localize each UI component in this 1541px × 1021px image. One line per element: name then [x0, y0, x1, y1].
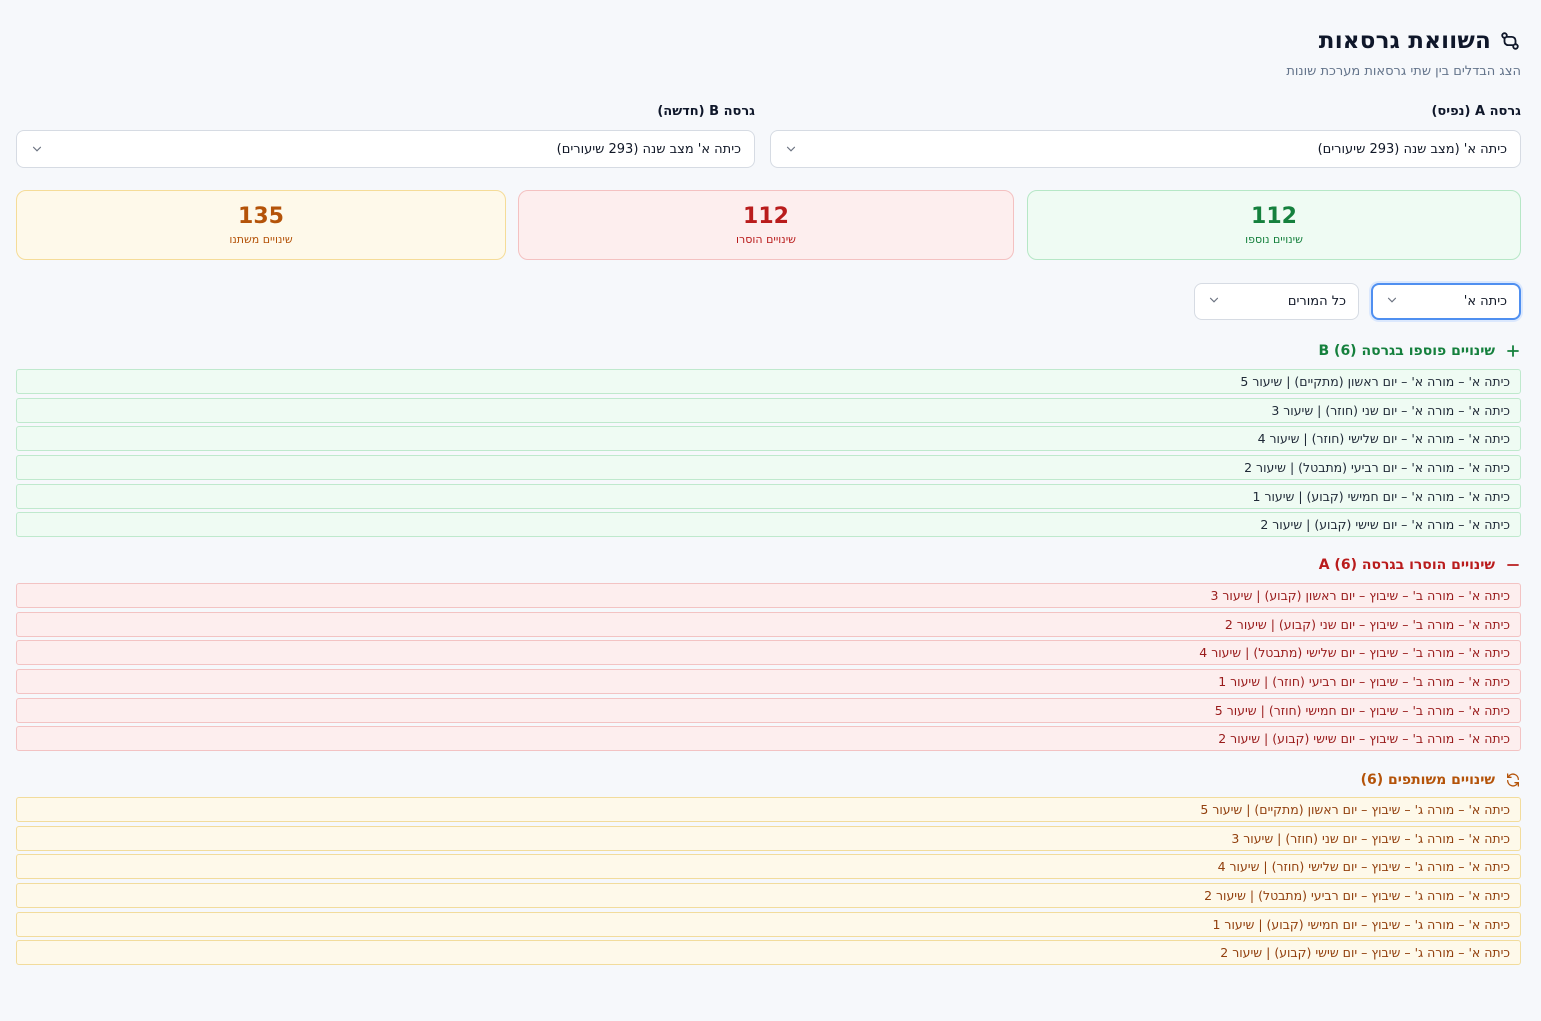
list-item: כיתה א' – מורה א' – יום רביעי (מתבטל) | … [16, 455, 1521, 481]
stat-removed-value: 112 [743, 204, 789, 229]
section-added-title: שינויים פוספו בגרסה B (6) [1318, 343, 1496, 359]
version-a-selected-value: כיתה א' (מצב שנה (293 שיעורים) [1317, 141, 1507, 157]
version-a-label: גרסה A (נפיס) [1431, 104, 1521, 119]
git-compare-icon [1499, 30, 1521, 52]
version-b-selected-value: כיתה א' מצב שנה (293 שיעורים) [556, 141, 741, 157]
page-subtitle: הצג הבדלים בין שתי גרסאות מערכת שונות [1286, 64, 1521, 79]
teacher-filter-value: כל המורים [1287, 294, 1346, 309]
list-item: כיתה א' – מורה ב' – שיבוץ – יום שלישי (מ… [16, 640, 1521, 666]
stat-card-removed: 112 שינויים הוסרו [518, 190, 1014, 260]
list-item: כיתה א' – מורה ג' – שיבוץ – יום שלישי (ח… [16, 854, 1521, 880]
list-item: כיתה א' – מורה ג' – שיבוץ – יום ראשון (מ… [16, 797, 1521, 822]
stat-added-label: שינויים נוספו [1245, 233, 1303, 246]
version-a-select[interactable]: כיתה א' (מצב שנה (293 שיעורים) [770, 130, 1521, 168]
stat-removed-label: שינויים הוסרו [736, 233, 796, 246]
version-labels: גרסה A (נפיס) גרסה B (חדשה) [16, 104, 1521, 122]
section-changed-title: שינויים משותפים (6) [1360, 772, 1495, 788]
minus-icon [1505, 557, 1521, 573]
plus-icon [1505, 343, 1521, 359]
stat-card-added: 112 שינויים נוספו [1027, 190, 1521, 260]
list-item: כיתה א' – מורה א' – יום ראשון (מתקיים) |… [16, 369, 1521, 394]
added-changes-list: כיתה א' – מורה א' – יום ראשון (מתקיים) |… [16, 369, 1521, 541]
changed-changes-list: כיתה א' – מורה ג' – שיבוץ – יום ראשון (מ… [16, 797, 1521, 969]
stat-changed-label: שינויים משתנו [229, 233, 293, 246]
refresh-icon [1505, 772, 1521, 788]
list-item: כיתה א' – מורה ב' – שיבוץ – יום שני (קבו… [16, 611, 1521, 637]
list-item: כיתה א' – מורה ב' – שיבוץ – יום שישי (קב… [16, 726, 1521, 752]
chevron-down-icon [30, 142, 44, 156]
list-item: כיתה א' – מורה א' – יום שני (חוזר) | שיע… [16, 397, 1521, 423]
stat-added-value: 112 [1251, 204, 1297, 229]
class-filter-select[interactable]: כיתה א' [1371, 283, 1521, 320]
class-filter-value: כיתה א' [1463, 294, 1507, 309]
teacher-filter-select[interactable]: כל המורים [1194, 283, 1359, 320]
list-item: כיתה א' – מורה ג' – שיבוץ – יום חמישי (ק… [16, 911, 1521, 937]
list-item: כיתה א' – מורה א' – יום שלישי (חוזר) | ש… [16, 426, 1521, 452]
list-item: כיתה א' – מורה ג' – שיבוץ – יום שישי (קב… [16, 940, 1521, 966]
version-b-select[interactable]: כיתה א' מצב שנה (293 שיעורים) [16, 130, 755, 168]
chevron-down-icon [784, 142, 798, 156]
list-item: כיתה א' – מורה ג' – שיבוץ – יום רביעי (מ… [16, 883, 1521, 909]
chevron-down-icon [1207, 293, 1221, 311]
page-title: השוואת גרסאות [1318, 28, 1491, 54]
list-item: כיתה א' – מורה ב' – שיבוץ – יום רביעי (ח… [16, 669, 1521, 695]
section-added-header: שינויים פוספו בגרסה B (6) [1319, 341, 1522, 361]
list-item: כיתה א' – מורה א' – יום חמישי (קבוע) | ש… [16, 483, 1521, 509]
list-item: כיתה א' – מורה ב' – שיבוץ – יום ראשון (ק… [16, 583, 1521, 608]
list-item: כיתה א' – מורה ג' – שיבוץ – יום שני (חוז… [16, 825, 1521, 851]
section-removed-header: שינויים הוסרו בגרסה A (6) [1319, 555, 1521, 575]
version-b-label: גרסה B (חדשה) [657, 104, 755, 119]
list-item: כיתה א' – מורה א' – יום שישי (קבוע) | שי… [16, 512, 1521, 538]
section-changed-header: שינויים משותפים (6) [1361, 770, 1521, 790]
chevron-down-icon [1385, 293, 1399, 311]
removed-changes-list: כיתה א' – מורה ב' – שיבוץ – יום ראשון (ק… [16, 583, 1521, 755]
stat-changed-value: 135 [238, 204, 284, 229]
list-item: כיתה א' – מורה ב' – שיבוץ – יום חמישי (ח… [16, 697, 1521, 723]
page-header: השוואת גרסאות הצג הבדלים בין שתי גרסאות … [1286, 28, 1521, 79]
section-removed-title: שינויים הוסרו בגרסה A (6) [1318, 557, 1495, 573]
stat-card-changed: 135 שינויים משתנו [16, 190, 506, 260]
